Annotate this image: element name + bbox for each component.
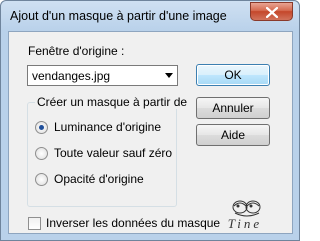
- help-button[interactable]: Aide: [196, 124, 270, 146]
- radio-opacity-label[interactable]: Opacité d'origine: [54, 172, 144, 186]
- invert-mask-label[interactable]: Inverser les données du masque: [46, 216, 220, 230]
- ok-button[interactable]: OK: [196, 64, 270, 86]
- close-button[interactable]: [250, 2, 293, 21]
- mask-source-group: Créer un masque à partir de Luminance d'…: [27, 95, 190, 207]
- close-icon: [266, 7, 278, 18]
- chevron-down-icon: [165, 73, 173, 78]
- mask-source-group-title: Créer un masque à partir de: [35, 95, 190, 109]
- source-dropdown[interactable]: vendanges.jpg: [27, 65, 178, 86]
- dialog-body: Fenêtre d'origine : vendanges.jpg OK Ann…: [8, 31, 293, 234]
- tine-logo-image: Tine: [228, 200, 262, 231]
- radio-luminance-label[interactable]: Luminance d'origine: [54, 120, 161, 134]
- invert-mask-checkbox[interactable]: [28, 217, 41, 230]
- dialog-window: Ajout d'un masque à partir d'une image F…: [0, 0, 300, 241]
- source-dropdown-value: vendanges.jpg: [32, 69, 111, 83]
- source-label: Fenêtre d'origine :: [28, 44, 125, 58]
- title-bar[interactable]: Ajout d'un masque à partir d'une image: [1, 1, 299, 31]
- radio-luminance[interactable]: [35, 121, 48, 134]
- window-title: Ajout d'un masque à partir d'une image: [10, 9, 227, 23]
- logo-signature: Tine: [228, 216, 262, 231]
- radio-nonzero[interactable]: [35, 147, 48, 160]
- radio-nonzero-label[interactable]: Toute valeur sauf zéro: [54, 146, 172, 160]
- radio-opacity[interactable]: [35, 173, 48, 186]
- cancel-button[interactable]: Annuler: [196, 97, 270, 119]
